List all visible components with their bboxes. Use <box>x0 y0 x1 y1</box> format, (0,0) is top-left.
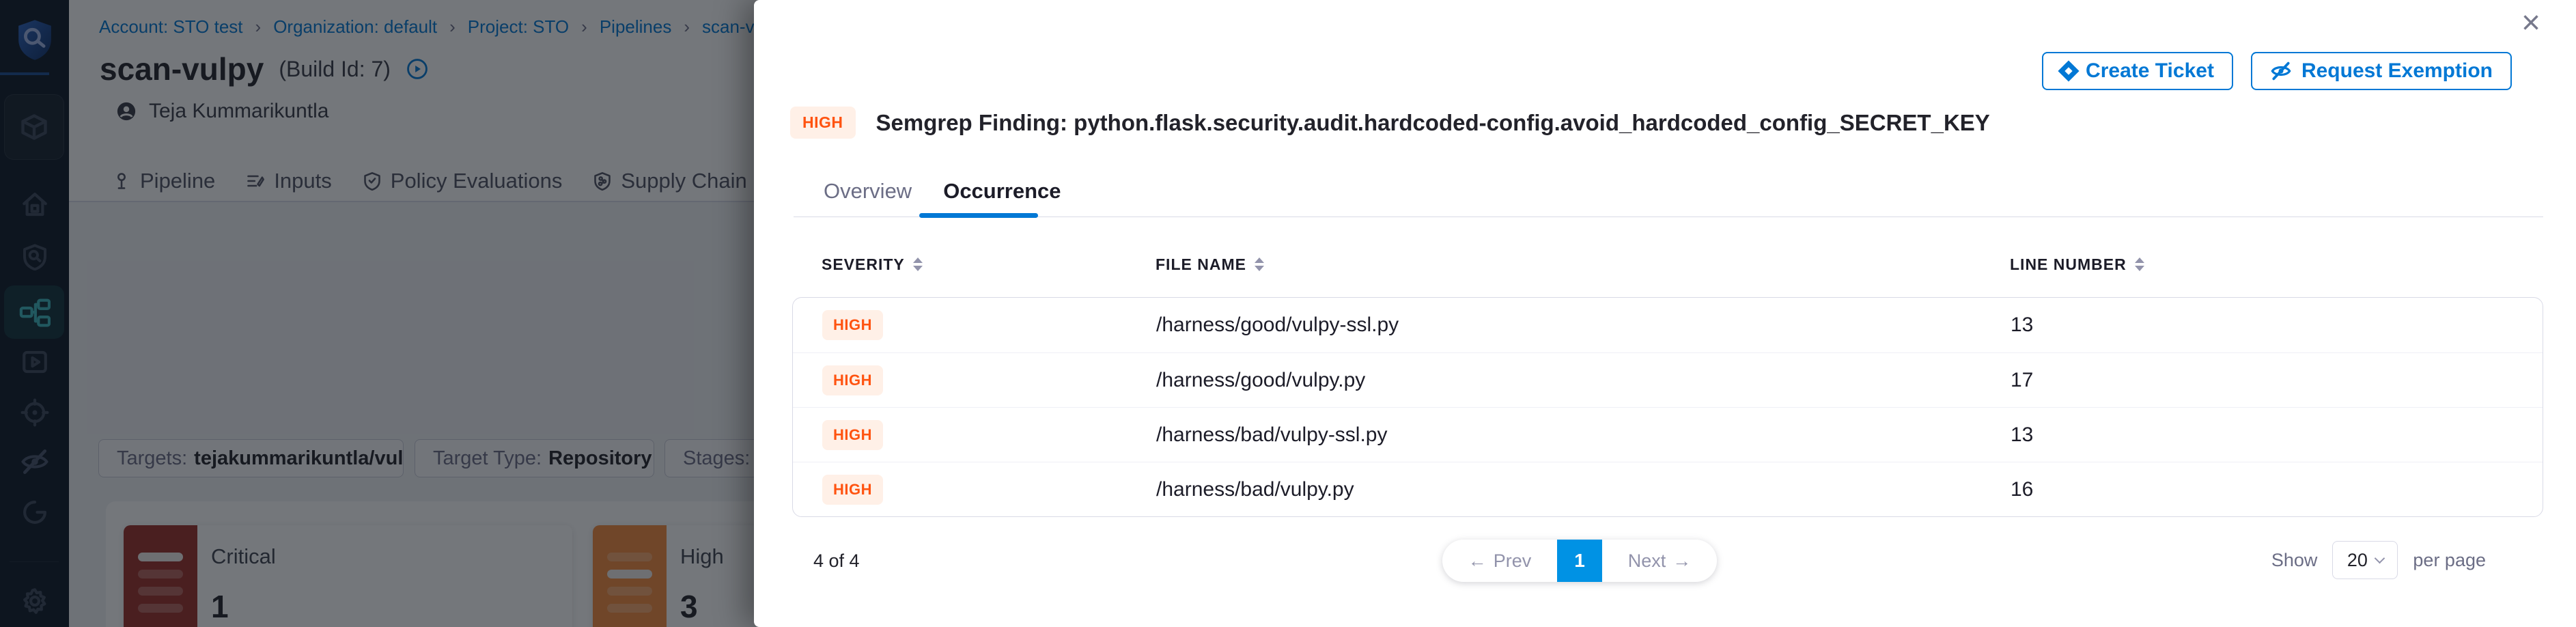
tab-overview[interactable]: Overview <box>824 179 912 204</box>
prev-page-button[interactable]: ← Prev <box>1442 540 1557 582</box>
pagination: ← Prev 1 Next → <box>1442 540 1717 582</box>
line-number-cell: 13 <box>2011 423 2543 447</box>
table-row[interactable]: HIGH /harness/bad/vulpy-ssl.py 13 <box>793 407 2543 462</box>
jira-diamond-icon <box>2058 60 2079 81</box>
finding-header: HIGH Semgrep Finding: python.flask.secur… <box>790 107 1990 139</box>
file-name-cell: /harness/good/vulpy-ssl.py <box>1156 314 2011 337</box>
results-summary: 4 of 4 <box>813 551 860 572</box>
finding-tabs: Overview Occurrence <box>824 169 1061 213</box>
drawer-actions: Create Ticket Request Exemption <box>2042 52 2512 90</box>
next-page-button[interactable]: Next → <box>1602 540 1717 582</box>
severity-badge: HIGH <box>822 475 883 505</box>
button-label: Create Ticket <box>2086 59 2214 83</box>
table-row[interactable]: HIGH /harness/bad/vulpy.py 16 <box>793 462 2543 516</box>
page-size-select[interactable]: 20 <box>2332 541 2398 579</box>
create-ticket-button[interactable]: Create Ticket <box>2042 52 2233 90</box>
file-name-cell: /harness/bad/vulpy.py <box>1156 478 2011 501</box>
severity-badge: HIGH <box>822 420 883 450</box>
column-header-file-name[interactable]: FILE NAME <box>1156 255 2010 274</box>
occurrence-table-header: SEVERITY FILE NAME LINE NUMBER <box>792 250 2543 279</box>
column-header-severity[interactable]: SEVERITY <box>822 255 1156 274</box>
table-row[interactable]: HIGH /harness/good/vulpy-ssl.py 13 <box>793 298 2543 352</box>
current-page-button[interactable]: 1 <box>1557 540 1602 582</box>
next-label: Next <box>1628 551 1666 572</box>
column-label: SEVERITY <box>822 255 905 274</box>
page-size-control: Show 20 per page <box>2271 541 2486 579</box>
prev-label: Prev <box>1494 551 1532 572</box>
sort-icon <box>2135 257 2144 271</box>
left-arrow-icon: ← <box>1468 551 1487 572</box>
severity-badge: HIGH <box>822 310 883 340</box>
active-tab-underline <box>919 213 1038 218</box>
finding-details-drawer: × Create Ticket Request Exemption HIGH S… <box>754 0 2576 627</box>
file-name-cell: /harness/good/vulpy.py <box>1156 369 2011 392</box>
table-row[interactable]: HIGH /harness/good/vulpy.py 17 <box>793 352 2543 407</box>
page-size-value: 20 <box>2347 550 2368 571</box>
column-header-line-number[interactable]: LINE NUMBER <box>2010 255 2543 274</box>
app-root: Account: STO test › Organization: defaul… <box>0 0 2576 627</box>
button-label: Request Exemption <box>2301 59 2493 83</box>
request-exemption-button[interactable]: Request Exemption <box>2251 52 2512 90</box>
severity-badge: HIGH <box>822 365 883 395</box>
occurrence-table: HIGH /harness/good/vulpy-ssl.py 13 HIGH … <box>792 297 2543 517</box>
file-name-cell: /harness/bad/vulpy-ssl.py <box>1156 423 2011 447</box>
sort-icon <box>913 257 923 271</box>
sort-icon <box>1255 257 1264 271</box>
chevron-down-icon <box>2375 553 2385 564</box>
tab-occurrence[interactable]: Occurrence <box>943 179 1061 204</box>
close-icon[interactable]: × <box>2521 7 2540 40</box>
finding-title: Semgrep Finding: python.flask.security.a… <box>876 110 1990 136</box>
line-number-cell: 17 <box>2011 369 2543 392</box>
line-number-cell: 16 <box>2011 478 2543 501</box>
table-footer: 4 of 4 ← Prev 1 Next → Show 20 per pag <box>792 540 2543 583</box>
show-label: Show <box>2271 550 2318 571</box>
line-number-cell: 13 <box>2011 314 2543 337</box>
column-label: FILE NAME <box>1156 255 1246 274</box>
column-label: LINE NUMBER <box>2010 255 2127 274</box>
right-arrow-icon: → <box>1672 551 1691 572</box>
per-page-label: per page <box>2413 550 2486 571</box>
eye-slash-icon <box>2270 60 2292 82</box>
severity-badge: HIGH <box>790 107 856 139</box>
